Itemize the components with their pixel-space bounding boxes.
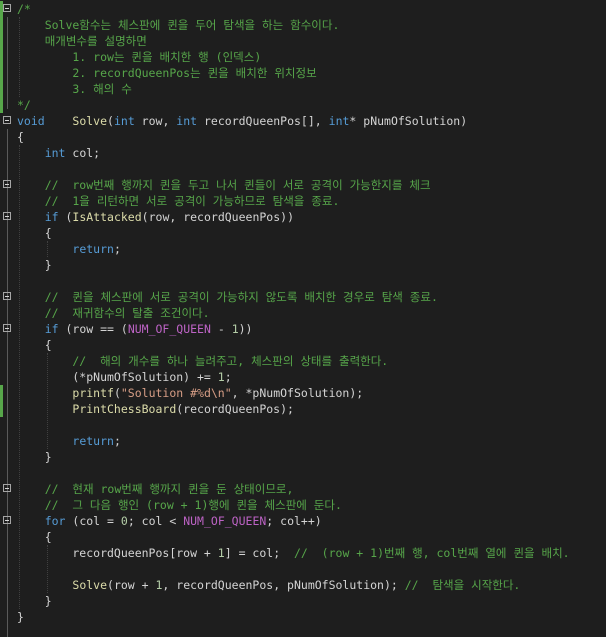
fold-collapse-icon[interactable]: [3, 180, 11, 188]
code-line[interactable]: Solve(row + 1, recordQueenPos, pNumOfSol…: [0, 577, 606, 593]
code-line[interactable]: // 재귀함수의 탈출 조건이다.: [0, 305, 606, 321]
code-line[interactable]: }: [0, 449, 606, 465]
fold-collapse-icon[interactable]: [3, 292, 11, 300]
code-text: {: [17, 338, 52, 352]
code-text: if (row == (NUM_OF_QUEEN - 1)): [44, 322, 253, 336]
fold-collapse-icon[interactable]: [3, 4, 11, 12]
code-line[interactable]: {: [0, 529, 606, 545]
code-text: // 그 다음 행인 (row + 1)행에 퀸을 체스판에 둔다.: [17, 498, 342, 512]
code-text: return;: [72, 242, 121, 256]
code-line[interactable]: printf("Solution #%d\n", *pNumOfSolution…: [0, 385, 606, 401]
code-line[interactable]: return;: [0, 433, 606, 449]
code-text: 매개변수를 설명하면: [17, 34, 147, 48]
code-text: }: [17, 610, 24, 624]
code-text: (*pNumOfSolution) += 1;: [17, 370, 232, 384]
code-text: }: [17, 594, 52, 608]
code-line[interactable]: [0, 161, 606, 177]
code-text: int col;: [44, 146, 101, 160]
fold-collapse-icon[interactable]: [3, 324, 11, 332]
code-text: for (col = 0; col < NUM_OF_QUEEN; col++): [44, 514, 322, 528]
code-text: // 해의 개수를 하나 늘려주고, 체스판의 상태를 출력한다.: [17, 354, 389, 368]
code-line[interactable]: {: [0, 129, 606, 145]
code-text: }: [17, 450, 52, 464]
code-text: 3. 해의 수: [17, 82, 132, 96]
code-line[interactable]: [0, 465, 606, 481]
code-line[interactable]: /*: [0, 1, 606, 17]
code-text: /*: [17, 2, 31, 16]
code-line[interactable]: (*pNumOfSolution) += 1;: [0, 369, 606, 385]
code-line[interactable]: // 그 다음 행인 (row + 1)행에 퀸을 체스판에 둔다.: [0, 497, 606, 513]
code-line[interactable]: // row번째 행까지 퀸을 두고 나서 퀸들이 서로 공격이 가능한지를 체…: [0, 177, 606, 193]
code-line[interactable]: // 현재 row번째 행까지 퀸을 둔 상태이므로,: [0, 481, 606, 497]
code-line[interactable]: 매개변수를 설명하면: [0, 33, 606, 49]
code-line[interactable]: // 해의 개수를 하나 늘려주고, 체스판의 상태를 출력한다.: [0, 353, 606, 369]
fold-collapse-icon[interactable]: [3, 212, 11, 220]
code-line[interactable]: 1. row는 퀸을 배치한 행 (인덱스): [0, 49, 606, 65]
code-line[interactable]: [0, 273, 606, 289]
code-text: 1. row는 퀸을 배치한 행 (인덱스): [17, 50, 262, 64]
code-line[interactable]: // 퀸을 체스판에 서로 공격이 가능하지 않도록 배치한 경우로 탐색 종료…: [0, 289, 606, 305]
code-text: return;: [72, 434, 121, 448]
code-text: // row번째 행까지 퀸을 두고 나서 퀸들이 서로 공격이 가능한지를 체…: [17, 178, 431, 192]
code-line[interactable]: 2. recordQueenPos는 퀸을 배치한 위치정보: [0, 65, 606, 81]
code-line[interactable]: // 1을 리턴하면 서로 공격이 가능하므로 탐색을 종료.: [0, 193, 606, 209]
code-line[interactable]: int col;: [0, 145, 606, 161]
code-text: */: [17, 98, 31, 112]
code-line[interactable]: [0, 561, 606, 577]
fold-collapse-icon[interactable]: [3, 116, 11, 124]
code-line[interactable]: }: [0, 609, 606, 625]
code-editor[interactable]: /* Solve함수는 체스판에 퀸을 두어 탐색을 하는 함수이다. 매개변수…: [0, 0, 606, 637]
code-line[interactable]: if (IsAttacked(row, recordQueenPos)): [0, 209, 606, 225]
code-text: }: [17, 258, 52, 272]
code-text: // 재귀함수의 탈출 조건이다.: [17, 306, 210, 320]
code-text: Solve(row + 1, recordQueenPos, pNumOfSol…: [72, 578, 521, 592]
code-text: {: [17, 530, 52, 544]
code-line[interactable]: }: [0, 257, 606, 273]
code-line[interactable]: if (row == (NUM_OF_QUEEN - 1)): [0, 321, 606, 337]
code-text: printf("Solution #%d\n", *pNumOfSolution…: [72, 386, 364, 400]
code-text: {: [17, 226, 52, 240]
fold-collapse-icon[interactable]: [3, 484, 11, 492]
code-text: PrintChessBoard(recordQueenPos);: [72, 402, 294, 416]
code-text: // 퀸을 체스판에 서로 공격이 가능하지 않도록 배치한 경우로 탐색 종료…: [17, 290, 438, 304]
code-text: // 1을 리턴하면 서로 공격이 가능하므로 탐색을 종료.: [17, 194, 340, 208]
code-line[interactable]: }: [0, 593, 606, 609]
code-text: Solve함수는 체스판에 퀸을 두어 탐색을 하는 함수이다.: [17, 18, 340, 32]
code-text: void Solve(int row, int recordQueenPos[]…: [17, 114, 468, 128]
code-line[interactable]: 3. 해의 수: [0, 81, 606, 97]
code-text: recordQueenPos[row + 1] = col; // (row +…: [17, 546, 570, 560]
code-line[interactable]: [0, 417, 606, 433]
code-text: {: [17, 130, 24, 144]
code-line[interactable]: PrintChessBoard(recordQueenPos);: [0, 401, 606, 417]
code-line[interactable]: void Solve(int row, int recordQueenPos[]…: [0, 113, 606, 129]
code-line[interactable]: {: [0, 225, 606, 241]
code-line[interactable]: return;: [0, 241, 606, 257]
code-line[interactable]: Solve함수는 체스판에 퀸을 두어 탐색을 하는 함수이다.: [0, 17, 606, 33]
code-line[interactable]: {: [0, 337, 606, 353]
code-line[interactable]: */: [0, 97, 606, 113]
code-line[interactable]: recordQueenPos[row + 1] = col; // (row +…: [0, 545, 606, 561]
code-text: // 현재 row번째 행까지 퀸을 둔 상태이므로,: [17, 482, 294, 496]
code-text: if (IsAttacked(row, recordQueenPos)): [44, 210, 294, 224]
fold-collapse-icon[interactable]: [3, 516, 11, 524]
code-line[interactable]: for (col = 0; col < NUM_OF_QUEEN; col++): [0, 513, 606, 529]
code-text: 2. recordQueenPos는 퀸을 배치한 위치정보: [17, 66, 317, 80]
